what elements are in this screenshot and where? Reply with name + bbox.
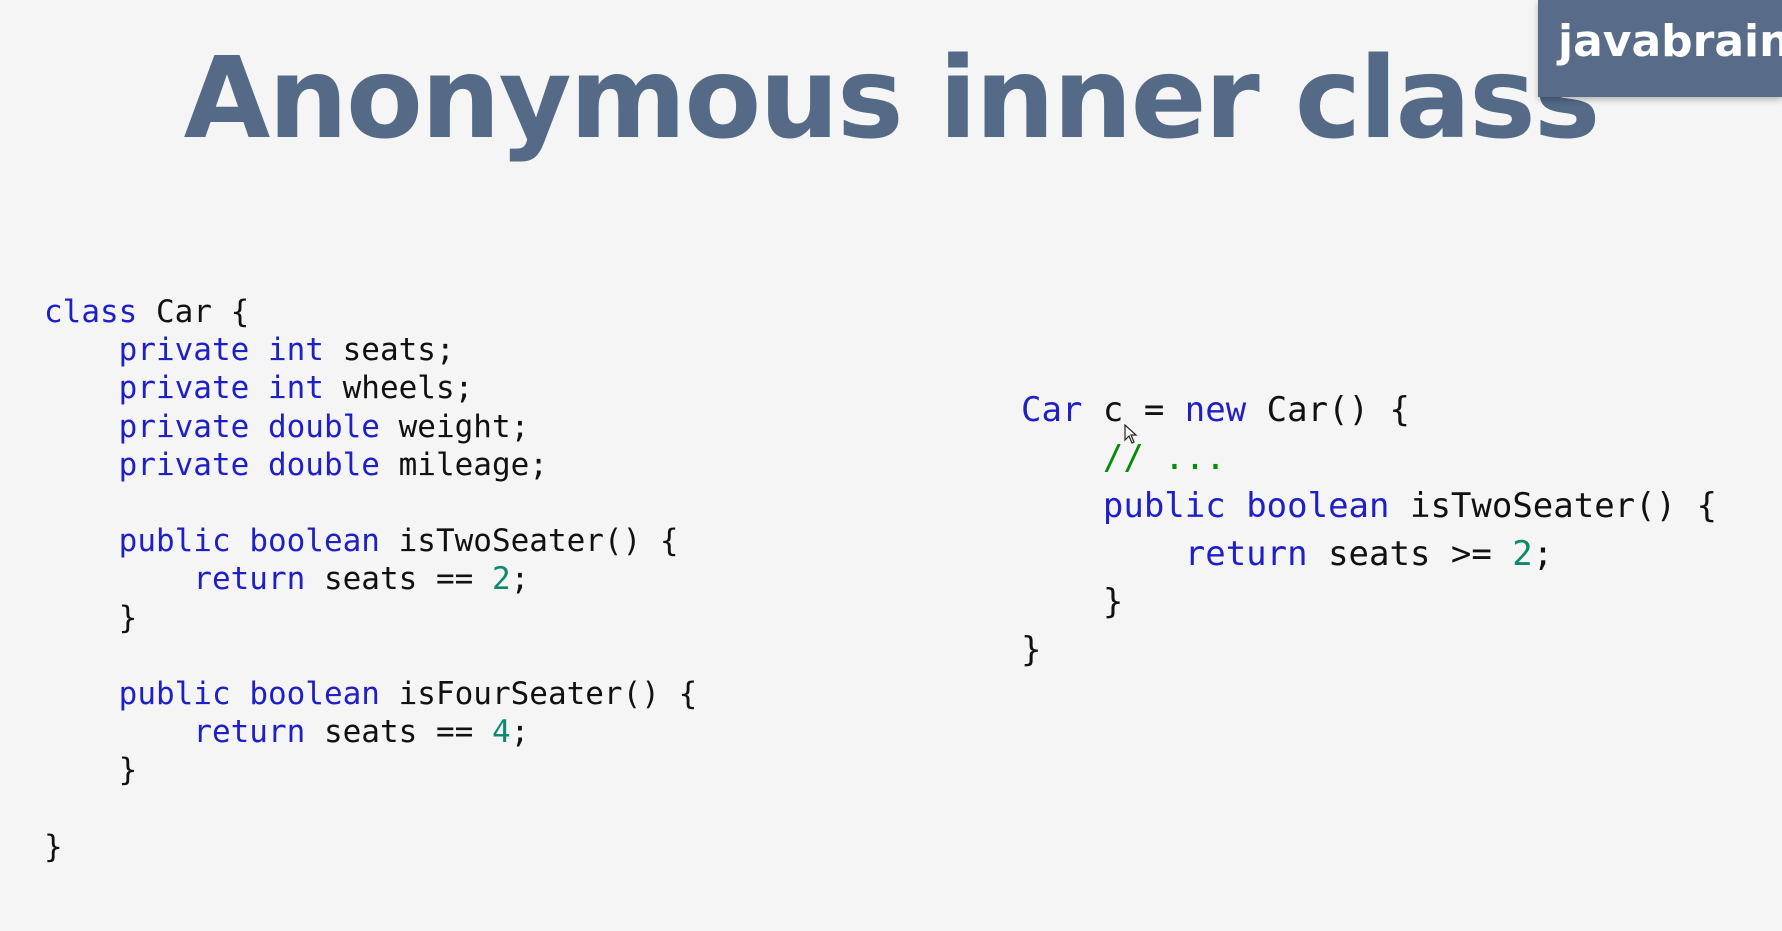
code-text: Car {: [137, 294, 250, 330]
code-line: private double mileage;: [44, 446, 697, 484]
code-text: }: [44, 828, 63, 865]
code-keyword: return: [193, 714, 306, 751]
brand-label: javabrains: [1558, 16, 1782, 67]
code-text: seats;: [323, 332, 455, 369]
code-line: private int seats;: [44, 331, 697, 369]
code-line: return seats == 2;: [44, 560, 697, 598]
code-text: isFourSeater() {: [379, 675, 698, 712]
code-text: isTwoSeater() {: [1389, 486, 1718, 526]
code-keyword: boolean: [249, 523, 380, 560]
code-keyword: return: [193, 561, 306, 598]
code-line: return seats == 4;: [44, 713, 697, 751]
code-keyword: boolean: [1246, 486, 1390, 526]
code-keyword: int: [267, 332, 324, 369]
code-line: }: [44, 828, 697, 866]
code-keyword: double: [267, 446, 380, 483]
code-line: private int wheels;: [44, 369, 697, 407]
brand-badge: javabrains: [1538, 0, 1782, 97]
code-text: }: [44, 752, 138, 789]
code-keyword: public: [118, 523, 231, 560]
code-keyword: class: [44, 294, 138, 330]
code-text: ;: [510, 561, 530, 598]
code-text: }: [44, 599, 138, 636]
code-number: 4: [491, 714, 511, 751]
code-text: seats ==: [305, 714, 492, 751]
code-keyword: private: [118, 446, 250, 483]
code-line: private double weight;: [44, 408, 697, 446]
code-text: wheels;: [323, 370, 474, 407]
code-text: mileage;: [379, 446, 548, 483]
code-keyword: private: [118, 408, 250, 445]
code-line: class Car {: [44, 293, 697, 331]
code-line: }: [44, 751, 697, 789]
slide: Anonymous inner class javabrains class C…: [0, 0, 1782, 931]
code-text: Car() {: [1246, 390, 1410, 430]
code-keyword: return: [1184, 534, 1308, 574]
code-line: public boolean isTwoSeater() {: [44, 522, 697, 560]
code-number: 2: [1512, 534, 1533, 574]
code-keyword: Car: [1021, 390, 1083, 430]
code-keyword: private: [118, 370, 250, 407]
code-keyword: public: [118, 675, 231, 712]
code-keyword: double: [267, 408, 380, 445]
code-keyword: boolean: [249, 675, 380, 712]
code-text: }: [1021, 630, 1042, 670]
code-line: }: [44, 599, 697, 637]
code-text: isTwoSeater() {: [379, 523, 679, 560]
code-keyword: new: [1184, 390, 1247, 430]
code-keyword: public: [1102, 486, 1226, 526]
code-text: ;: [1532, 534, 1554, 574]
code-line: }: [1021, 578, 1717, 626]
code-text: }: [1021, 582, 1124, 622]
code-keyword: private: [118, 332, 250, 369]
code-line: }: [1021, 626, 1717, 674]
code-text: weight;: [379, 408, 530, 445]
code-line: public boolean isTwoSeater() {: [1021, 482, 1717, 530]
code-line: public boolean isFourSeater() {: [44, 675, 698, 713]
slide-title: Anonymous inner class: [183, 34, 1601, 164]
code-comment: // ...: [1102, 438, 1226, 478]
code-keyword: int: [267, 370, 324, 407]
code-text: seats ==: [305, 561, 492, 598]
code-text: seats >=: [1307, 534, 1513, 574]
code-line: return seats >= 2;: [1021, 530, 1717, 578]
code-block-car-class: class Car { private int seats; private i…: [44, 293, 697, 866]
code-number: 2: [491, 561, 511, 598]
code-text: ;: [510, 714, 530, 751]
